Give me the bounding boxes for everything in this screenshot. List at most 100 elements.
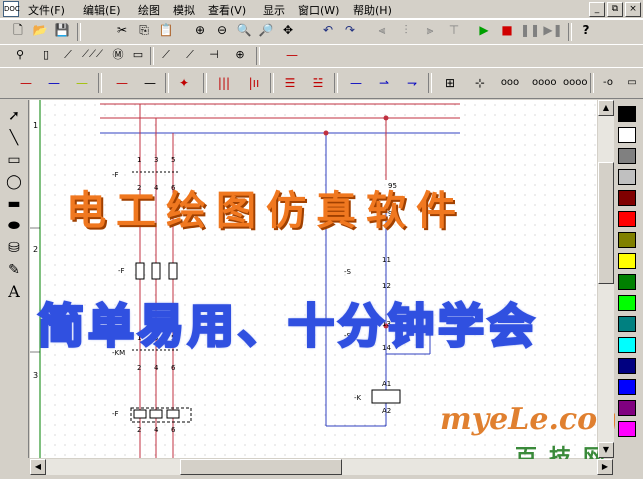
align-center-icon[interactable]: ⫶ [396, 20, 416, 40]
color-swatch[interactable] [618, 400, 636, 416]
black-line-icon[interactable]: — [140, 73, 160, 93]
color-swatch[interactable] [618, 232, 636, 248]
vertical-scrollbar[interactable]: ▲ ▼ [598, 100, 614, 458]
lamp-icon[interactable]: ⚲ [10, 45, 30, 65]
scroll-left-icon[interactable]: ◀ [30, 459, 46, 475]
color-swatch[interactable] [618, 421, 636, 437]
scroll-up-icon[interactable]: ▲ [598, 100, 614, 116]
parallel-lines-icon[interactable]: ☰ [280, 73, 300, 93]
wire-icon[interactable]: — [282, 45, 302, 65]
color-swatch[interactable] [618, 379, 636, 395]
connector-icon[interactable]: -o [598, 73, 618, 93]
red-wire-icon[interactable]: — [16, 73, 36, 93]
zoom-out-icon[interactable]: ⊖ [212, 20, 232, 40]
cut-icon[interactable]: ✂ [112, 20, 132, 40]
fuse-icon[interactable]: ▯ [36, 45, 56, 65]
new-file-icon[interactable]: 🗋 [8, 20, 28, 40]
menu-display[interactable]: 显示 [263, 2, 285, 18]
menu-help[interactable]: 帮助(H) [353, 2, 392, 18]
inductor-icon[interactable]: ⊹ [470, 73, 490, 93]
color-swatch[interactable] [618, 169, 636, 185]
paste-icon[interactable]: 📋 [156, 20, 176, 40]
menu-edit[interactable]: 编辑(E) [83, 2, 121, 18]
stop-icon[interactable]: ■ [497, 20, 517, 40]
hscroll-thumb[interactable] [180, 459, 342, 475]
no-contact-icon[interactable]: ⟋ [156, 45, 176, 65]
minimize-button[interactable]: _ [589, 2, 605, 17]
undo-icon[interactable]: ↶ [318, 20, 338, 40]
rectangle-icon[interactable]: ▭ [4, 150, 24, 170]
socket-icon[interactable]: ▭ [622, 73, 642, 93]
contact-icon[interactable]: ▭ [128, 45, 148, 65]
step-icon[interactable]: ▶❚ [543, 20, 563, 40]
red-line-icon[interactable]: — [112, 73, 132, 93]
redo-icon[interactable]: ↷ [340, 20, 360, 40]
restore-button[interactable]: ⧉ [607, 2, 623, 17]
coil-icon[interactable]: ⊕ [230, 45, 250, 65]
color-swatch[interactable] [618, 211, 636, 227]
fill-icon[interactable]: ⛁ [4, 238, 24, 258]
arrow-line-icon[interactable]: ⇀ [374, 73, 394, 93]
menu-window[interactable]: 窗口(W) [298, 2, 339, 18]
help-icon[interactable]: ? [576, 20, 596, 40]
scroll-thumb[interactable] [598, 162, 614, 284]
relay-icon[interactable]: ⊣ [204, 45, 224, 65]
close-button[interactable]: × [625, 2, 641, 17]
filled-rect-icon[interactable]: ▬ [4, 194, 24, 214]
junction-icon[interactable]: ✦ [174, 73, 194, 93]
color-swatch[interactable] [618, 337, 636, 353]
menu-draw[interactable]: 绘图 [138, 2, 160, 18]
color-swatch[interactable] [618, 127, 636, 143]
zoom-window-icon[interactable]: 🔎 [256, 20, 276, 40]
blue-wire-icon[interactable]: — [44, 73, 64, 93]
resistor-icon[interactable]: ⊞ [440, 73, 460, 93]
run-icon[interactable]: ▶ [474, 20, 494, 40]
align-top-icon[interactable]: ⊤ [444, 20, 464, 40]
promo-title: 电工绘图仿真软件 [66, 187, 466, 234]
ellipse-icon[interactable]: ◯ [4, 172, 24, 192]
copy-icon[interactable]: ⎘ [134, 20, 154, 40]
pause-icon[interactable]: ❚❚ [520, 20, 540, 40]
yellow-wire-icon[interactable]: — [72, 73, 92, 93]
motor-icon[interactable]: Ⓜ [108, 45, 128, 65]
scroll-right-icon[interactable]: ▶ [597, 459, 613, 475]
menu-file[interactable]: 文件(F) [28, 2, 65, 18]
double-line-icon[interactable]: ⇁ [402, 73, 422, 93]
filled-ellipse-icon[interactable]: ⬬ [4, 216, 24, 236]
blue-bus-icon[interactable]: — [346, 73, 366, 93]
coil-chain-long-icon[interactable]: oooo [532, 73, 556, 93]
color-swatch[interactable] [618, 295, 636, 311]
align-left-icon[interactable]: ⫷ [372, 20, 392, 40]
line-icon[interactable]: ╲ [4, 128, 24, 148]
save-icon[interactable]: 💾 [52, 20, 72, 40]
color-swatch[interactable] [618, 106, 636, 122]
align-right-icon[interactable]: ⫸ [420, 20, 440, 40]
bus-icon[interactable]: |ıı [244, 73, 264, 93]
horizontal-scrollbar[interactable]: ◀ ▶ [30, 459, 613, 475]
text-icon[interactable]: A [4, 282, 24, 302]
menu-simulate[interactable]: 模拟 [173, 2, 195, 18]
zoom-fit-icon[interactable]: 🔍 [234, 20, 254, 40]
color-swatch[interactable] [618, 190, 636, 206]
pan-icon[interactable]: ✥ [278, 20, 298, 40]
scroll-down-icon[interactable]: ▼ [598, 442, 614, 458]
open-folder-icon[interactable]: 📂 [30, 20, 50, 40]
arrow-icon[interactable]: ➚ [4, 106, 24, 126]
cross-lines-icon[interactable]: ☱ [308, 73, 328, 93]
color-swatch[interactable] [618, 253, 636, 269]
terminal-icon[interactable]: oooo [563, 73, 587, 93]
color-swatch[interactable] [618, 274, 636, 290]
color-swatch[interactable] [618, 148, 636, 164]
menu-view[interactable]: 查看(V) [208, 2, 246, 18]
multi-switch-icon[interactable]: ⟋⟋⟋ [82, 45, 103, 65]
coil-chain-icon[interactable]: ooo [500, 73, 520, 93]
nc-contact-icon[interactable]: ⟋ [180, 45, 200, 65]
three-phase-icon[interactable]: ||| [214, 73, 234, 93]
picker-icon[interactable]: ✎ [4, 260, 24, 280]
switch-icon[interactable]: ⟋ [58, 45, 78, 65]
color-swatch[interactable] [618, 358, 636, 374]
color-swatch[interactable] [618, 316, 636, 332]
zoom-in-icon[interactable]: ⊕ [190, 20, 210, 40]
term-3a: 3 [154, 156, 158, 164]
app-logo-icon[interactable]: DOC [3, 1, 20, 17]
